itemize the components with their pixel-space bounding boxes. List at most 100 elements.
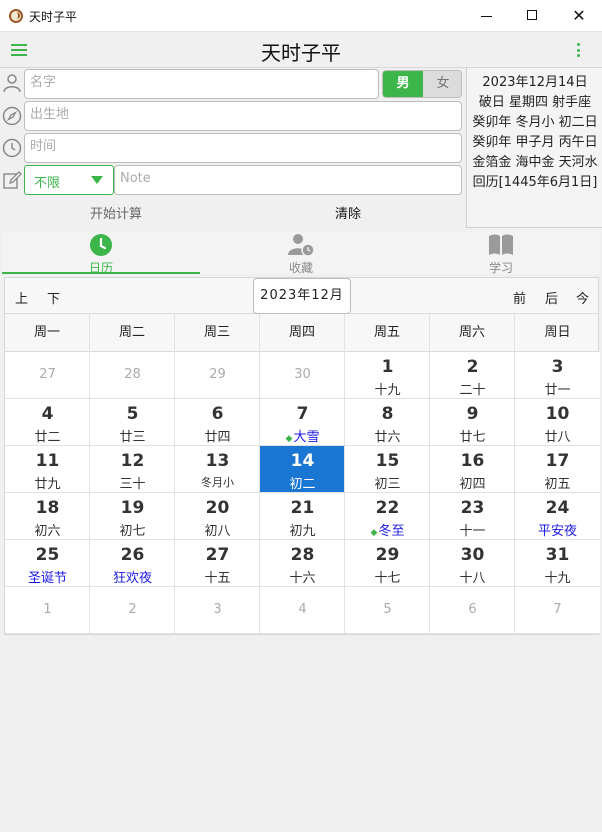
- maximize-icon: [527, 10, 537, 20]
- calendar-day[interactable]: 4 廿二: [5, 399, 90, 446]
- lunar-date: 初五: [515, 473, 600, 492]
- lunar-text: 初二: [289, 477, 316, 492]
- calendar-day[interactable]: 30: [260, 352, 345, 399]
- lunar-date: 廿八: [515, 426, 600, 445]
- calendar-day[interactable]: 5 廿三: [90, 399, 175, 446]
- calendar-day[interactable]: 15 初三: [345, 446, 430, 493]
- calendar-day[interactable]: 17 初五: [515, 446, 600, 493]
- day-number: 23: [460, 498, 485, 518]
- lunar-text: 廿二: [34, 430, 61, 445]
- tab-study[interactable]: 学习: [402, 232, 600, 275]
- calendar-day[interactable]: 11 廿九: [5, 446, 90, 493]
- lunar-text: 廿六: [374, 430, 401, 445]
- lunar-date: 初二: [260, 473, 345, 492]
- lunar-date: ◆大雪: [260, 426, 345, 445]
- lunar-text: 十五: [204, 571, 231, 586]
- lunar-text: 初四: [459, 477, 486, 492]
- calendar-day[interactable]: 18 初六: [5, 493, 90, 540]
- calendar-day[interactable]: 27 十五: [175, 540, 260, 587]
- more-options-icon[interactable]: [577, 43, 581, 59]
- calendar-day[interactable]: 29: [175, 352, 260, 399]
- calendar-day[interactable]: 9 廿七: [430, 399, 515, 446]
- tab-label: 学习: [488, 261, 513, 275]
- calendar-day[interactable]: 13 冬月小: [175, 446, 260, 493]
- calendar-day[interactable]: 2: [90, 587, 175, 634]
- calendar-day[interactable]: 1: [5, 587, 90, 634]
- today-button[interactable]: 今: [576, 288, 589, 307]
- birthplace-input[interactable]: 出生地: [24, 101, 462, 131]
- lunar-date: ◆冬至: [345, 520, 430, 539]
- calendar-day[interactable]: 20 初八: [175, 493, 260, 540]
- calendar-day[interactable]: 22 ◆冬至: [345, 493, 430, 540]
- day-number: 6: [211, 404, 224, 424]
- calendar-day[interactable]: 8 廿六: [345, 399, 430, 446]
- calendar-day[interactable]: 12 三十: [90, 446, 175, 493]
- tab-bar: 日历 收藏 学习: [2, 232, 600, 275]
- calendar-day[interactable]: 7 ◆大雪: [260, 399, 345, 446]
- calendar-day[interactable]: 21 初九: [260, 493, 345, 540]
- prev-month-button[interactable]: 下: [47, 288, 60, 307]
- maximize-button[interactable]: [510, 0, 556, 32]
- calendar-day-selected[interactable]: 14 初二: [260, 446, 345, 493]
- clear-button[interactable]: 清除: [335, 203, 361, 222]
- day-number: 1: [43, 602, 52, 617]
- type-select[interactable]: 不限: [24, 165, 114, 195]
- lunar-date: 初九: [260, 520, 345, 539]
- calendar-day[interactable]: 25 圣诞节: [5, 540, 90, 587]
- calendar-day[interactable]: 6: [430, 587, 515, 634]
- calendar-day[interactable]: 10 廿八: [515, 399, 600, 446]
- calendar-day[interactable]: 23 十一: [430, 493, 515, 540]
- gender-toggle[interactable]: 男 女: [382, 70, 462, 98]
- weekday-header: 周一 周二 周三 周四 周五 周六 周日: [5, 314, 598, 352]
- calendar-nav: 上 下 2023年12月 前 后 今: [5, 278, 598, 314]
- info-line: 金箔金 海中金 天河水: [472, 155, 598, 170]
- weekday-label: 周六: [430, 314, 515, 352]
- calendar-day[interactable]: 5: [345, 587, 430, 634]
- next-year-button[interactable]: 后: [545, 288, 558, 307]
- gender-male-button[interactable]: 男: [383, 71, 423, 97]
- calendar-day[interactable]: 2 二十: [430, 352, 515, 399]
- calendar-day[interactable]: 29 十七: [345, 540, 430, 587]
- calendar-day[interactable]: 1 十九: [345, 352, 430, 399]
- calendar-day[interactable]: 28: [90, 352, 175, 399]
- solar-term-icon: ◆: [285, 434, 293, 444]
- month-selector[interactable]: 2023年12月: [253, 278, 351, 314]
- next-month-button[interactable]: 前: [513, 288, 526, 307]
- tab-calendar[interactable]: 日历: [2, 232, 200, 275]
- prev-year-button[interactable]: 上: [15, 288, 28, 307]
- close-button[interactable]: ✕: [556, 0, 602, 32]
- calendar-day[interactable]: 24 平安夜: [515, 493, 600, 540]
- calendar-day[interactable]: 3 廿一: [515, 352, 600, 399]
- day-number: 14: [290, 451, 315, 471]
- day-number: 8: [381, 404, 394, 424]
- calendar-day[interactable]: 3: [175, 587, 260, 634]
- tab-label: 收藏: [288, 261, 313, 275]
- calendar-day[interactable]: 28 十六: [260, 540, 345, 587]
- note-input[interactable]: Note: [114, 165, 462, 195]
- day-number: 6: [468, 602, 477, 617]
- calendar-day[interactable]: 27: [5, 352, 90, 399]
- lunar-text: 冬月小: [201, 476, 234, 489]
- day-number: 2: [466, 357, 479, 377]
- calendar-day[interactable]: 4: [260, 587, 345, 634]
- calendar-day[interactable]: 16 初四: [430, 446, 515, 493]
- day-number: 3: [551, 357, 564, 377]
- tab-favorites[interactable]: 收藏: [202, 232, 400, 275]
- day-number: 4: [298, 602, 307, 617]
- calendar-day[interactable]: 31 十九: [515, 540, 600, 587]
- lunar-date: 平安夜: [515, 520, 600, 539]
- calendar-day[interactable]: 26 狂欢夜: [90, 540, 175, 587]
- time-input[interactable]: 时间: [24, 133, 462, 163]
- minimize-button[interactable]: [464, 0, 510, 32]
- calendar-day[interactable]: 7: [515, 587, 600, 634]
- gender-female-button[interactable]: 女: [423, 71, 461, 97]
- name-input[interactable]: 名字: [24, 69, 379, 99]
- edit-icon: [3, 171, 22, 189]
- lunar-text: 大雪: [293, 430, 320, 445]
- info-line: 癸卯年 冬月小 初二日: [472, 115, 598, 130]
- start-calculate-button[interactable]: 开始计算: [90, 203, 142, 222]
- calendar-day[interactable]: 30 十八: [430, 540, 515, 587]
- calendar-day[interactable]: 19 初七: [90, 493, 175, 540]
- lunar-text: 初六: [34, 524, 61, 539]
- calendar-day[interactable]: 6 廿四: [175, 399, 260, 446]
